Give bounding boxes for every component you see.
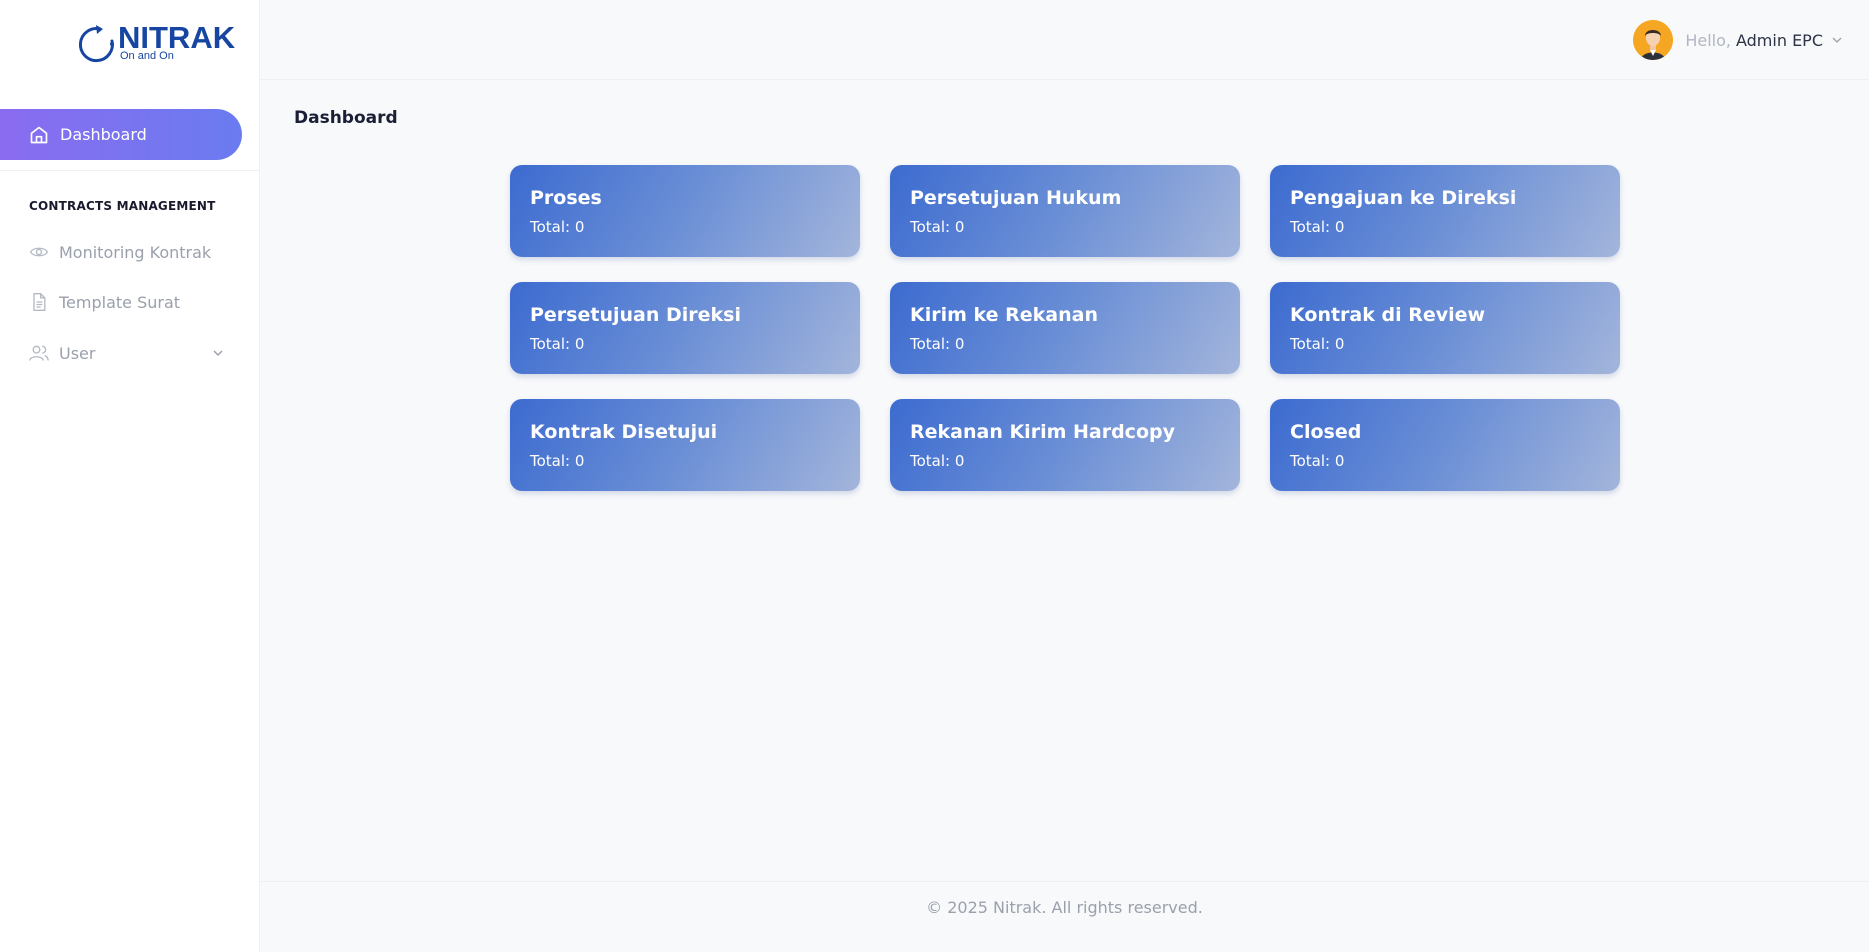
status-card-proses[interactable]: Proses Total: 0 [510, 165, 860, 257]
status-card-grid: Proses Total: 0 Persetujuan Hukum Total:… [510, 165, 1620, 491]
chevron-down-icon [1832, 37, 1842, 43]
status-card-persetujuan-hukum[interactable]: Persetujuan Hukum Total: 0 [890, 165, 1240, 257]
card-title: Kontrak Disetujui [530, 421, 718, 443]
status-card-pengajuan-ke-direksi[interactable]: Pengajuan ke Direksi Total: 0 [1270, 165, 1620, 257]
card-total: Total: 0 [530, 335, 585, 353]
card-title: Proses [530, 187, 602, 209]
status-card-kontrak-di-review[interactable]: Kontrak di Review Total: 0 [1270, 282, 1620, 374]
card-total: Total: 0 [910, 452, 965, 470]
card-total: Total: 0 [1290, 218, 1345, 236]
sidebar-item-monitoring-kontrak[interactable]: Monitoring Kontrak [29, 238, 234, 266]
footer-copyright: © 2025 Nitrak. All rights reserved. [926, 898, 1203, 917]
document-icon [33, 293, 46, 311]
card-total: Total: 0 [910, 335, 965, 353]
sidebar-item-label: Template Surat [59, 292, 181, 312]
card-title: Persetujuan Hukum [910, 187, 1122, 209]
sidebar-divider [0, 170, 260, 171]
card-title: Rekanan Kirim Hardcopy [910, 421, 1175, 443]
top-header: Hello, Admin EPC [260, 0, 1869, 80]
card-title: Kontrak di Review [1290, 304, 1486, 326]
card-total: Total: 0 [910, 218, 965, 236]
footer: © 2025 Nitrak. All rights reserved. [260, 881, 1869, 952]
sidebar-section-title: CONTRACTS MANAGEMENT [29, 199, 216, 213]
brand-logo[interactable]: NITRAK On and On [76, 20, 235, 64]
status-card-kirim-ke-rekanan[interactable]: Kirim ke Rekanan Total: 0 [890, 282, 1240, 374]
brand-name: NITRAK [118, 20, 236, 55]
sidebar-item-label: User [59, 343, 96, 363]
status-card-kontrak-disetujui[interactable]: Kontrak Disetujui Total: 0 [510, 399, 860, 491]
eye-icon [29, 247, 49, 257]
sidebar-item-label: Dashboard [60, 125, 147, 144]
card-total: Total: 0 [1290, 335, 1345, 353]
sidebar-item-dashboard[interactable]: Dashboard [0, 109, 242, 160]
page-title: Dashboard [294, 108, 398, 128]
sidebar-item-label: Monitoring Kontrak [59, 242, 212, 262]
card-total: Total: 0 [530, 218, 585, 236]
home-icon [30, 126, 48, 143]
card-total: Total: 0 [530, 452, 585, 470]
user-name: Admin EPC [1735, 30, 1823, 50]
chevron-down-icon [213, 350, 223, 357]
sidebar: NITRAK On and On Dashboard CONTRACTS MAN… [0, 0, 260, 952]
sidebar-item-template-surat[interactable]: Template Surat [29, 288, 234, 316]
status-card-rekanan-kirim-hardcopy[interactable]: Rekanan Kirim Hardcopy Total: 0 [890, 399, 1240, 491]
user-menu[interactable]: Hello, Admin EPC [1633, 20, 1843, 60]
card-title: Closed [1290, 421, 1362, 443]
card-title: Kirim ke Rekanan [910, 304, 1099, 326]
logo-mark-icon [76, 20, 116, 64]
sidebar-item-user[interactable]: User [29, 339, 234, 367]
card-title: Persetujuan Direksi [530, 304, 741, 326]
card-title: Pengajuan ke Direksi [1290, 187, 1517, 209]
status-card-closed[interactable]: Closed Total: 0 [1270, 399, 1620, 491]
users-icon [29, 345, 49, 361]
greeting-text: Hello, [1685, 30, 1731, 50]
avatar [1633, 20, 1674, 60]
status-card-persetujuan-direksi[interactable]: Persetujuan Direksi Total: 0 [510, 282, 860, 374]
card-total: Total: 0 [1290, 452, 1345, 470]
